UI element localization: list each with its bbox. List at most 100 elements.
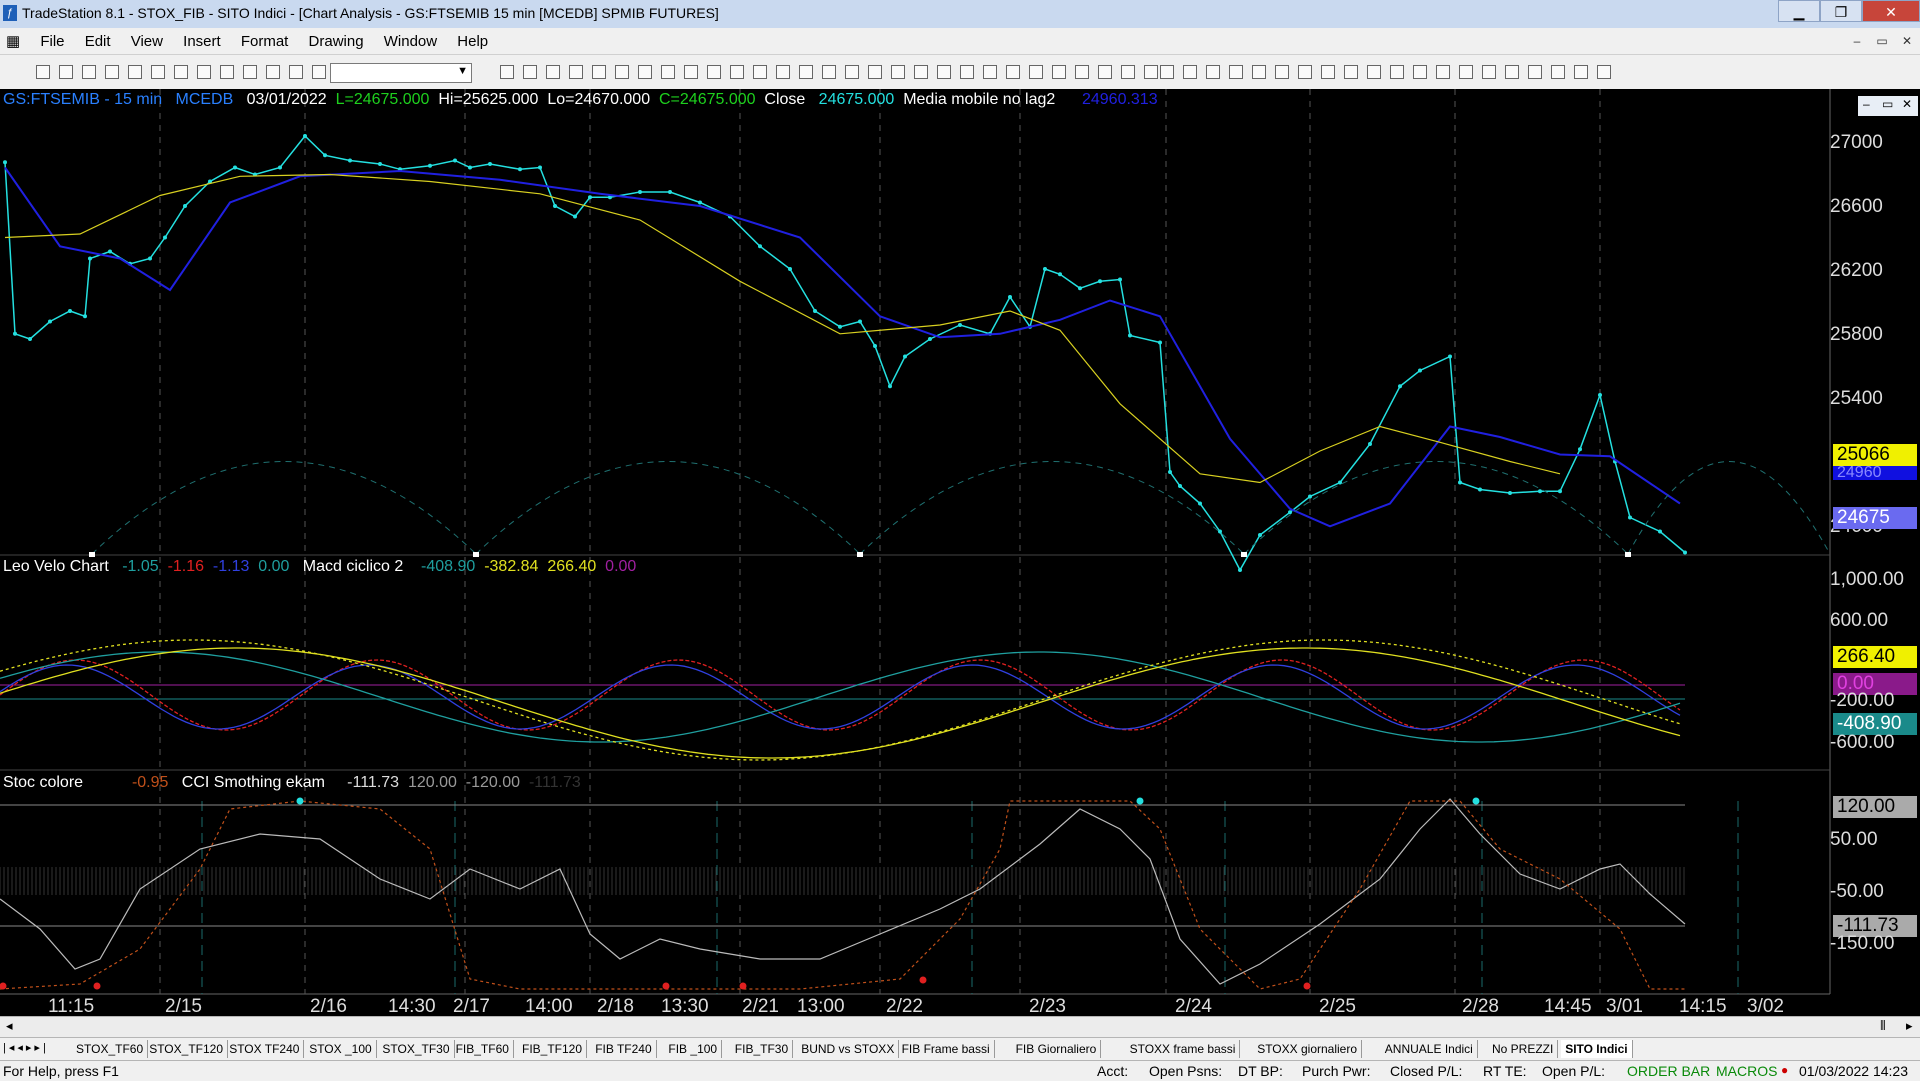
menu-help[interactable]: Help — [449, 29, 496, 54]
scroll-left-icon[interactable]: ◂ — [6, 1018, 13, 1034]
tab-stoxx-frame-bassi[interactable]: STOXX frame bassi — [1126, 1040, 1241, 1058]
tab-stoxx-giornaliero[interactable]: STOXX giornaliero — [1253, 1040, 1363, 1058]
menu-edit[interactable]: Edit — [77, 29, 119, 54]
toolbar-button[interactable] — [1528, 65, 1542, 79]
toolbar-button[interactable] — [661, 65, 675, 79]
toolbar-button[interactable] — [822, 65, 836, 79]
toolbar-button[interactable] — [937, 65, 951, 79]
toolbar-button[interactable] — [151, 65, 165, 79]
toolbar-button[interactable] — [753, 65, 767, 79]
toolbar-button[interactable] — [523, 65, 537, 79]
toolbar-button[interactable] — [799, 65, 813, 79]
toolbar-button[interactable] — [615, 65, 629, 79]
tab-fib-100[interactable]: FIB _100 — [664, 1040, 723, 1058]
scroll-thumb-icon[interactable]: ⦀ — [1880, 1018, 1886, 1034]
toolbar-button[interactable] — [960, 65, 974, 79]
tab-stox-tf120[interactable]: STOX_TF120 — [145, 1040, 228, 1058]
tab-nav-arrows-icon[interactable]: |◂◂▸▸| — [3, 1041, 49, 1054]
tab-fib-tf60[interactable]: FIB_TF60 — [452, 1040, 514, 1058]
toolbar-button[interactable] — [638, 65, 652, 79]
toolbar-button[interactable] — [1482, 65, 1496, 79]
tab-fib-frame-bassi[interactable]: FIB Frame bassi — [898, 1040, 995, 1058]
toolbar-button[interactable] — [1229, 65, 1243, 79]
toolbar-button[interactable] — [1252, 65, 1266, 79]
toolbar-button[interactable] — [174, 65, 188, 79]
minimize-button[interactable]: ▁ — [1778, 0, 1820, 22]
toolbar-button[interactable] — [845, 65, 859, 79]
chart-minimize-button[interactable]: – — [1863, 97, 1870, 111]
menu-drawing[interactable]: Drawing — [301, 29, 372, 54]
toolbar-button[interactable] — [776, 65, 790, 79]
toolbar-button[interactable] — [1160, 65, 1174, 79]
toolbar-button[interactable] — [1183, 65, 1197, 79]
chart-close-button[interactable]: ✕ — [1902, 97, 1912, 111]
toolbar-button[interactable] — [914, 65, 928, 79]
mdi-restore-button[interactable]: ▭ — [1872, 32, 1892, 50]
toolbar-button[interactable] — [1574, 65, 1588, 79]
toolbar-button[interactable] — [684, 65, 698, 79]
toolbar-button[interactable] — [82, 65, 96, 79]
horizontal-scrollbar[interactable]: ◂ ⦀ ▸ — [0, 1016, 1920, 1037]
toolbar-button[interactable] — [1459, 65, 1473, 79]
toolbar-button[interactable] — [1436, 65, 1450, 79]
tab-stox-tf60[interactable]: STOX_TF60 — [72, 1040, 149, 1058]
tab-bund-vs-stoxx[interactable]: BUND vs STOXX — [797, 1040, 900, 1058]
tab-stox-tf240[interactable]: STOX TF240 — [225, 1040, 305, 1058]
toolbar-button[interactable] — [1367, 65, 1381, 79]
toolbar-button[interactable] — [868, 65, 882, 79]
toolbar-button[interactable] — [500, 65, 514, 79]
toolbar-button[interactable] — [1390, 65, 1404, 79]
toolbar-button[interactable] — [1344, 65, 1358, 79]
chart-restore-button[interactable]: ▭ — [1882, 97, 1893, 111]
toolbar-button[interactable] — [1551, 65, 1565, 79]
toolbar-button[interactable] — [1298, 65, 1312, 79]
toolbar-button[interactable] — [1321, 65, 1335, 79]
order-bar-button[interactable]: ORDER BAR — [1627, 1063, 1710, 1079]
toolbar-button[interactable] — [1413, 65, 1427, 79]
toolbar-button[interactable] — [707, 65, 721, 79]
toolbar-button[interactable] — [1505, 65, 1519, 79]
tab-sito-indici[interactable]: SITO Indici — [1561, 1040, 1633, 1058]
toolbar-button[interactable] — [1006, 65, 1020, 79]
tab-fib-tf240[interactable]: FIB TF240 — [591, 1040, 657, 1058]
toolbar-button[interactable] — [730, 65, 744, 79]
symbol-combo[interactable]: ▼ — [330, 63, 472, 83]
toolbar-button[interactable] — [243, 65, 257, 79]
tab-no-prezzi[interactable]: No PREZZI — [1488, 1040, 1559, 1058]
toolbar-button[interactable] — [289, 65, 303, 79]
toolbar-button[interactable] — [1206, 65, 1220, 79]
maximize-button[interactable]: ❐ — [1820, 0, 1862, 22]
menu-file[interactable]: File — [32, 29, 72, 54]
chart-area[interactable]: GS:FTSEMIB - 15 min MCEDB 03/01/2022 L=2… — [0, 89, 1920, 1026]
scroll-right-icon[interactable]: ▸ — [1906, 1018, 1913, 1034]
tab-stox-tf30[interactable]: STOX_TF30 — [378, 1040, 455, 1058]
toolbar-button[interactable] — [197, 65, 211, 79]
toolbar-button[interactable] — [1275, 65, 1289, 79]
toolbar-button[interactable] — [128, 65, 142, 79]
toolbar-button[interactable] — [1098, 65, 1112, 79]
tab-fib-giornaliero[interactable]: FIB Giornaliero — [1012, 1040, 1102, 1058]
toolbar-button[interactable] — [891, 65, 905, 79]
mdi-minimize-button[interactable]: – — [1847, 32, 1867, 50]
tab-annuale-indici[interactable]: ANNUALE Indici — [1381, 1040, 1478, 1058]
toolbar-button[interactable] — [266, 65, 280, 79]
toolbar-button[interactable] — [1144, 65, 1158, 79]
toolbar-button[interactable] — [312, 65, 326, 79]
toolbar-button[interactable] — [1052, 65, 1066, 79]
toolbar-button[interactable] — [36, 65, 50, 79]
tab-fib-tf30[interactable]: FIB_TF30 — [731, 1040, 794, 1058]
menu-format[interactable]: Format — [233, 29, 297, 54]
toolbar-button[interactable] — [1075, 65, 1089, 79]
tab-stox-100[interactable]: STOX _100 — [305, 1040, 377, 1058]
toolbar-button[interactable] — [592, 65, 606, 79]
mdi-close-button[interactable]: ✕ — [1897, 32, 1917, 50]
toolbar-button[interactable] — [1029, 65, 1043, 79]
macros-button[interactable]: MACROS — [1716, 1063, 1777, 1079]
tab-fib-tf120[interactable]: FIB_TF120 — [518, 1040, 588, 1058]
menu-window[interactable]: Window — [376, 29, 445, 54]
toolbar-button[interactable] — [983, 65, 997, 79]
toolbar-button[interactable] — [220, 65, 234, 79]
toolbar-button[interactable] — [59, 65, 73, 79]
toolbar-button[interactable] — [546, 65, 560, 79]
toolbar-button[interactable] — [105, 65, 119, 79]
